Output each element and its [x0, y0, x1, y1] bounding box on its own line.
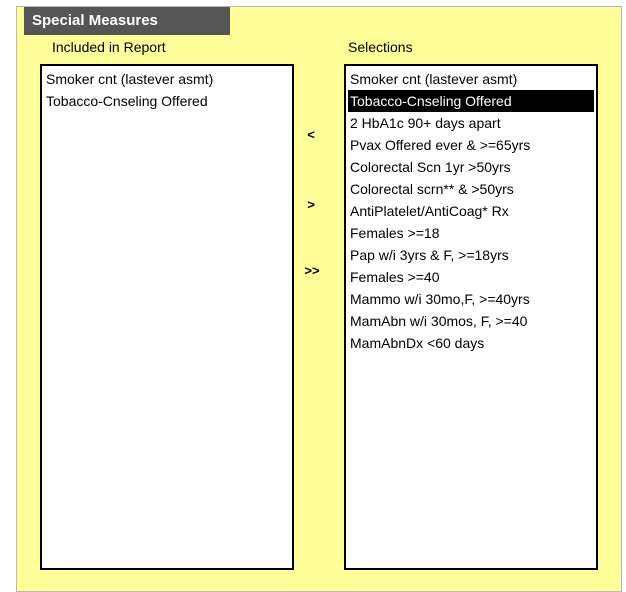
- selections-list-item[interactable]: AntiPlatelet/AntiCoag* Rx: [346, 200, 596, 222]
- group-title: Special Measures: [24, 7, 230, 35]
- selections-list-item[interactable]: 2 HbA1c 90+ days apart: [346, 112, 596, 134]
- included-list-item[interactable]: Tobacco-Cnseling Offered: [42, 90, 292, 112]
- included-list-label: Included in Report: [52, 39, 166, 55]
- included-list: Smoker cnt (lastever asmt) Tobacco-Cnseli…: [42, 66, 292, 112]
- selections-list-item[interactable]: Pap w/i 3yrs & F, >=18yrs: [346, 244, 596, 266]
- selections-list-item[interactable]: Pvax Offered ever & >=65yrs: [346, 134, 596, 156]
- selections-list-item[interactable]: Tobacco-Cnseling Offered: [348, 90, 594, 112]
- selections-list-item[interactable]: Females >=18: [346, 222, 596, 244]
- selections-listbox[interactable]: Smoker cnt (lastever asmt) Tobacco-Cnseli…: [344, 64, 598, 570]
- selections-list-item[interactable]: MamAbn w/i 30mos, F, >=40: [346, 310, 596, 332]
- selections-list: Smoker cnt (lastever asmt) Tobacco-Cnseli…: [346, 66, 596, 354]
- included-list-item[interactable]: Smoker cnt (lastever asmt): [42, 68, 292, 90]
- selections-list-item[interactable]: MamAbnDx <60 days: [346, 332, 596, 354]
- selections-list-item[interactable]: Females >=40: [346, 266, 596, 288]
- selections-list-label: Selections: [348, 39, 413, 55]
- selections-list-item[interactable]: Mammo w/i 30mo,F, >=40yrs: [346, 288, 596, 310]
- selections-list-item[interactable]: Colorectal Scn 1yr >50yrs: [346, 156, 596, 178]
- remove-button[interactable]: <: [296, 126, 326, 144]
- add-all-button[interactable]: >>: [297, 262, 327, 280]
- selections-list-item[interactable]: Colorectal scrn** & >50yrs: [346, 178, 596, 200]
- selections-list-item[interactable]: Smoker cnt (lastever asmt): [346, 68, 596, 90]
- add-button[interactable]: >: [296, 196, 326, 214]
- included-listbox[interactable]: Smoker cnt (lastever asmt) Tobacco-Cnseli…: [40, 64, 294, 570]
